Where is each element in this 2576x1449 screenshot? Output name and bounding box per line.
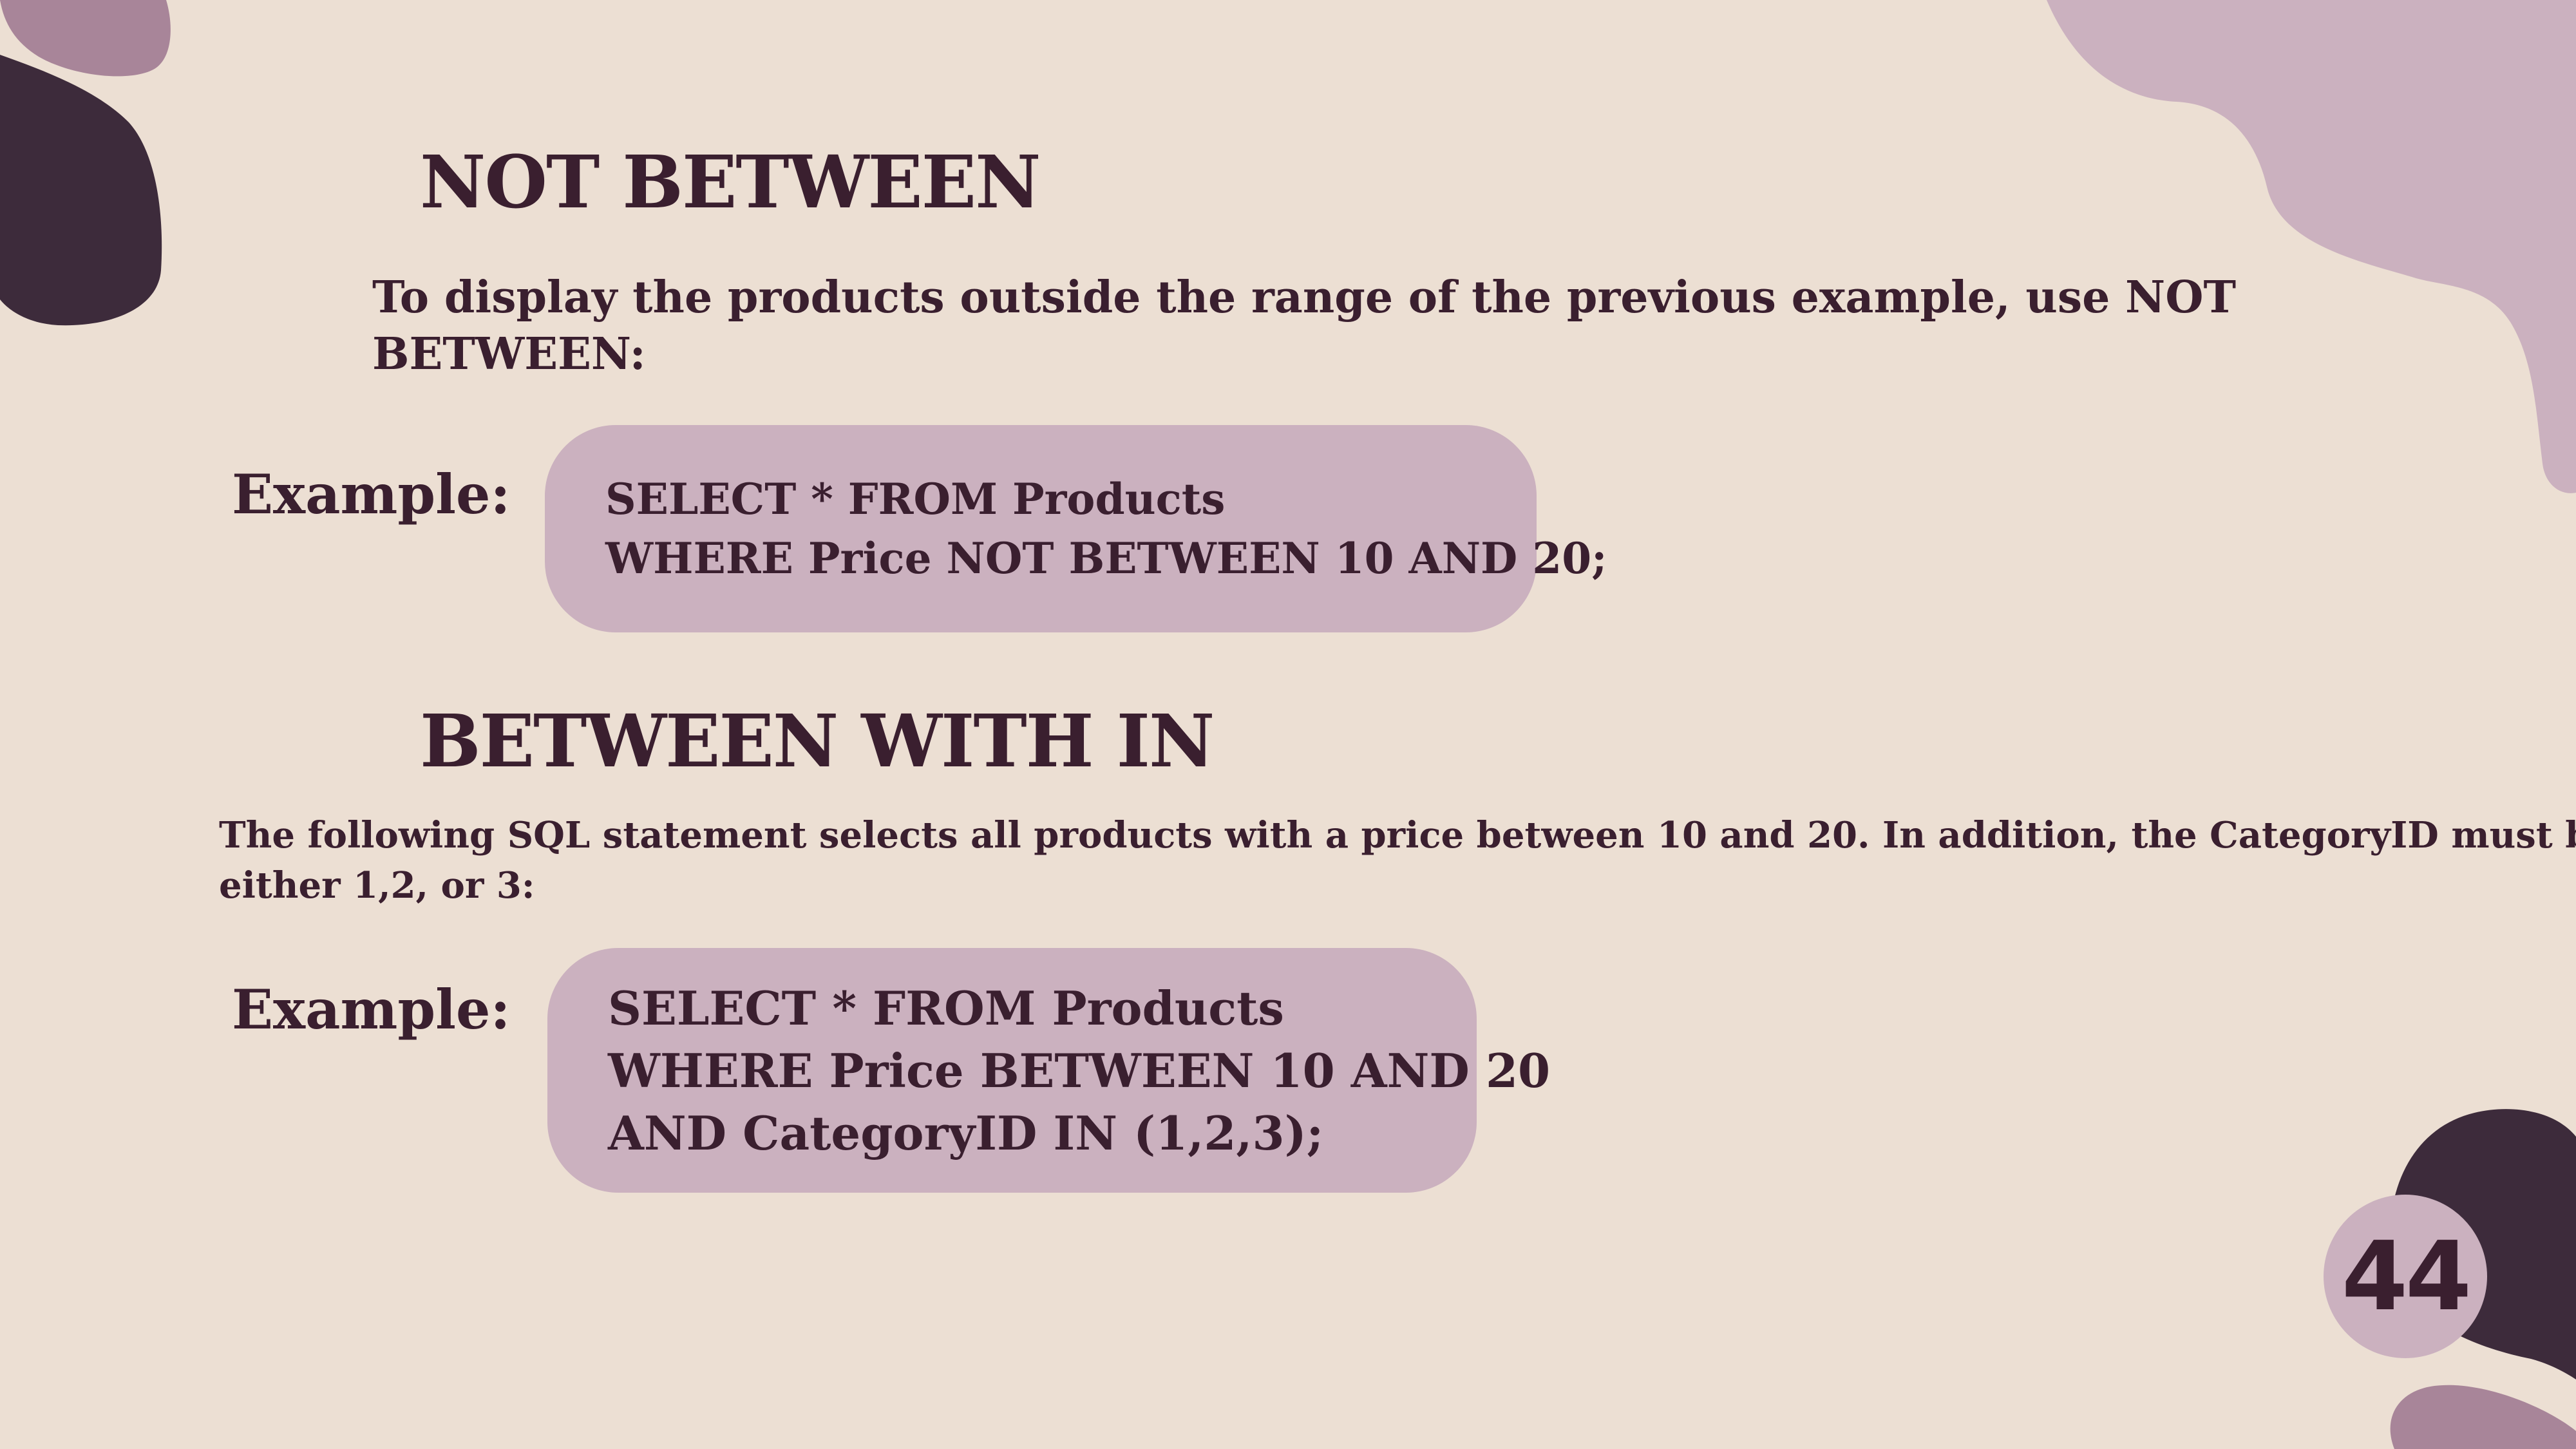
page-number: 44 <box>2324 1195 2487 1358</box>
code-line: WHERE Price NOT BETWEEN 10 AND 20; <box>605 533 1607 583</box>
example-label: Example: <box>232 462 511 526</box>
code-line: SELECT * FROM Products <box>608 980 1284 1036</box>
top-left-dark-blob <box>0 55 162 326</box>
description-line: The following SQL statement selects all … <box>219 814 2576 857</box>
not-between-description: To display the products outside the rang… <box>372 269 2236 383</box>
code-block: SELECT * FROM Products WHERE Price BETWE… <box>547 948 1551 1193</box>
top-right-mauve-blob <box>2047 0 2576 493</box>
code-line: WHERE Price BETWEEN 10 AND 20 <box>608 1043 1551 1098</box>
description-line: To display the products outside the rang… <box>372 272 2237 323</box>
code-block: SELECT * FROM Products WHERE Price NOT B… <box>545 425 1607 632</box>
section-heading-not-between: NOT BETWEEN <box>420 140 1041 225</box>
description-line: either 1,2, or 3: <box>219 864 535 907</box>
description-line: BETWEEN: <box>372 328 646 380</box>
code-line: SELECT * FROM Products <box>605 474 1226 524</box>
code-line: AND CategoryID IN (1,2,3); <box>608 1105 1324 1160</box>
decorative-blobs <box>0 0 2576 1449</box>
section-heading-between-with-in: BETWEEN WITH IN <box>420 699 1215 784</box>
bottom-right-mauve-blob <box>2390 1385 2576 1449</box>
example-label: Example: <box>232 978 511 1041</box>
between-with-in-description: The following SQL statement selects all … <box>219 810 2576 911</box>
